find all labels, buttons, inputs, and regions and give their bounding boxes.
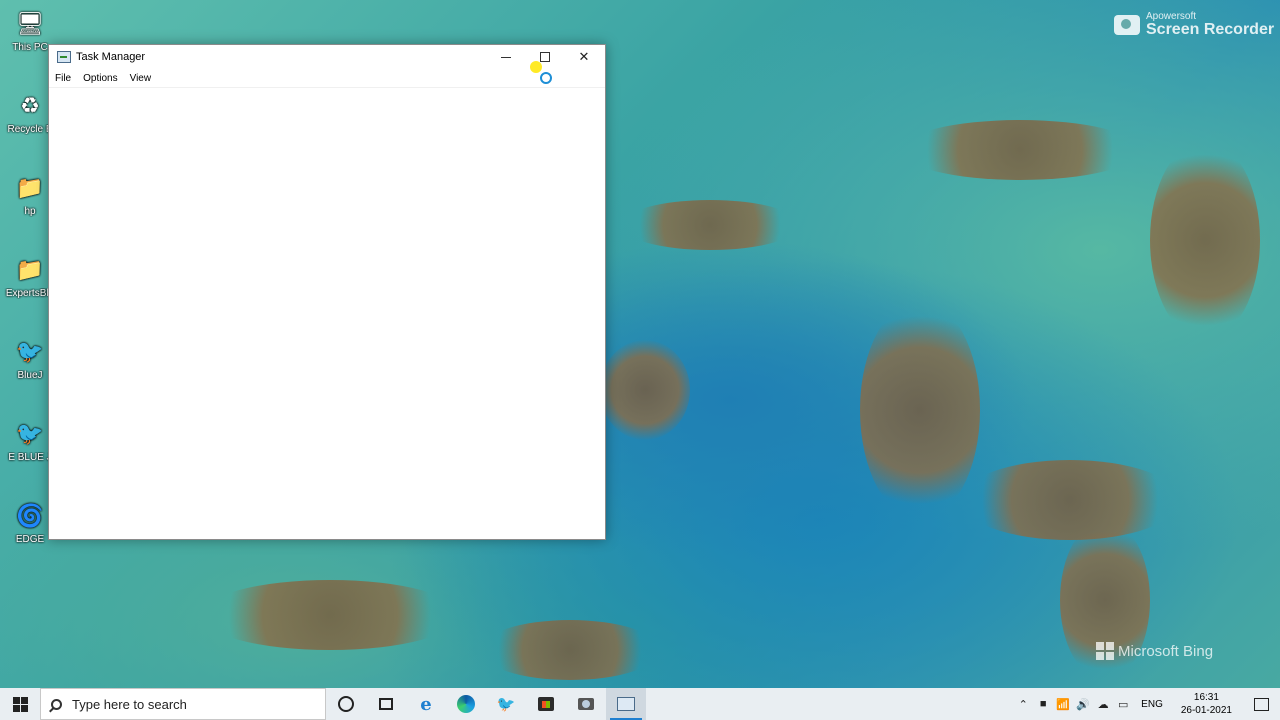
title-bar[interactable]: Task Manager ✕	[49, 45, 605, 69]
reef-decoration	[620, 200, 800, 250]
bluej-icon: 🐦	[496, 696, 516, 713]
speaker-icon: 🔊	[1076, 698, 1091, 711]
bluej-button[interactable]: 🐦	[486, 688, 526, 720]
battery-button[interactable]: ▭	[1113, 688, 1133, 720]
cursor-highlight	[530, 61, 542, 73]
close-button[interactable]: ✕	[565, 45, 603, 69]
recycle-bin-icon: ♻	[20, 93, 40, 118]
minimize-button[interactable]	[487, 45, 525, 69]
network-button[interactable]: 📶	[1053, 688, 1073, 720]
maximize-icon	[540, 52, 550, 62]
camera-button[interactable]	[566, 688, 606, 720]
clock-date: 26-01-2021	[1180, 705, 1232, 716]
computer-icon: 🖥	[16, 11, 44, 36]
window-title: Task Manager	[76, 51, 146, 63]
action-center-button[interactable]	[1242, 688, 1280, 720]
watermark-product: Screen Recorder	[1146, 21, 1275, 38]
internet-explorer-button[interactable]: e	[406, 688, 446, 720]
reef-decoration	[1150, 140, 1260, 340]
user-folder-icon: 📁	[16, 175, 44, 200]
reef-decoration	[480, 620, 660, 680]
window-content-area	[49, 88, 605, 539]
tray-app-icon: ■	[1039, 698, 1047, 710]
bing-watermark: Microsoft Bing	[1096, 642, 1213, 660]
show-hidden-icons-button[interactable]: ⌃	[1013, 688, 1033, 720]
wifi-icon: 📶	[1056, 698, 1071, 711]
microsoft-logo-icon	[1096, 642, 1114, 660]
reef-decoration	[600, 340, 690, 440]
internet-explorer-icon: e	[420, 693, 432, 715]
bluej-icon: 🐦	[16, 339, 44, 364]
cortana-button[interactable]	[326, 688, 366, 720]
search-icon	[51, 698, 62, 710]
windows-logo-icon	[12, 696, 28, 712]
menu-options[interactable]: Options	[77, 73, 123, 84]
bing-watermark-text: Microsoft Bing	[1118, 642, 1214, 660]
task-view-icon	[379, 698, 393, 710]
camera-icon	[1114, 15, 1140, 35]
tray-app-button[interactable]: ■	[1033, 688, 1053, 720]
task-view-button[interactable]	[366, 688, 406, 720]
language-indicator[interactable]: ENG	[1133, 699, 1171, 710]
task-manager-window[interactable]: Task Manager ✕ File Options View	[48, 44, 606, 540]
task-manager-icon	[617, 697, 635, 711]
reef-decoration	[200, 580, 460, 650]
chevron-up-icon: ⌃	[1018, 698, 1028, 711]
start-button[interactable]	[0, 688, 40, 720]
desktop: 🖥 This PC ♻ Recycle B 📁 hp 📁 ExpertsBlu …	[0, 0, 1280, 688]
edge-button[interactable]	[446, 688, 486, 720]
camera-icon	[578, 698, 594, 710]
mouse-cursor-icon	[540, 72, 552, 84]
taskbar: Type here to search e 🐦 ⌃ ■ 📶 🔊 ☁ ▭ ENG …	[0, 688, 1280, 720]
cloud-icon: ☁	[1097, 698, 1109, 711]
cortana-icon	[338, 696, 354, 712]
reef-decoration	[860, 300, 980, 520]
clock-time: 16:31	[1193, 692, 1219, 703]
store-icon	[538, 697, 554, 711]
notification-icon	[1253, 697, 1269, 711]
task-manager-taskbar-button[interactable]	[606, 688, 646, 720]
folder-icon: 📁	[16, 257, 44, 282]
task-manager-icon	[57, 51, 71, 63]
reef-decoration	[960, 460, 1180, 540]
minimize-icon	[501, 56, 511, 58]
clock[interactable]: 16:31 26-01-2021	[1171, 691, 1242, 717]
battery-icon: ▭	[1117, 698, 1129, 711]
edge-icon	[457, 695, 475, 713]
volume-button[interactable]: 🔊	[1073, 688, 1093, 720]
menu-file[interactable]: File	[49, 73, 77, 84]
bluej-icon: 🐦	[16, 421, 44, 446]
system-tray: ⌃ ■ 📶 🔊 ☁ ▭ ENG 16:31 26-01-2021	[1013, 688, 1280, 720]
reef-decoration	[900, 120, 1140, 180]
onedrive-button[interactable]: ☁	[1093, 688, 1113, 720]
menu-bar: File Options View	[49, 69, 605, 88]
close-icon: ✕	[578, 49, 590, 64]
search-box[interactable]: Type here to search	[40, 688, 326, 720]
screen-recorder-watermark: Apowersoft Screen Recorder	[1114, 12, 1274, 38]
menu-view[interactable]: View	[124, 73, 158, 84]
search-placeholder: Type here to search	[72, 696, 187, 712]
edge-icon: 🌀	[16, 503, 44, 528]
microsoft-store-button[interactable]	[526, 688, 566, 720]
